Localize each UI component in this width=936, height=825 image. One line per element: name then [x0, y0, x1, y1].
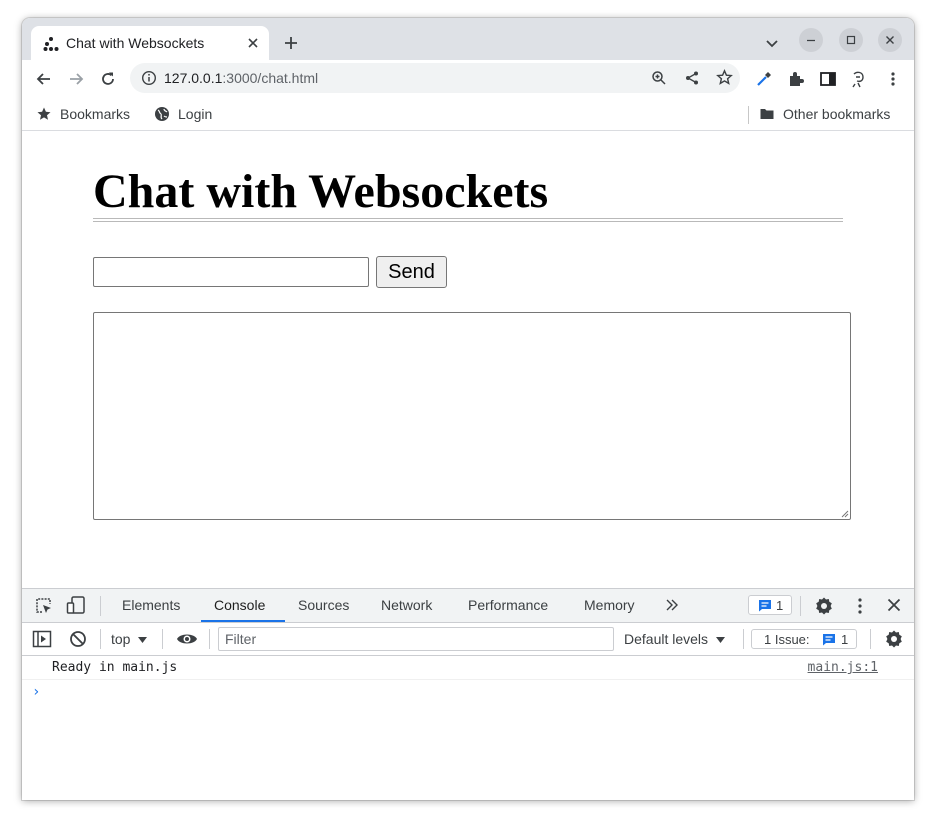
- message-icon: [759, 600, 771, 612]
- devtools-tabbar: Elements Console Sources Network Perform…: [22, 589, 914, 623]
- issues-badge[interactable]: 1 Issue: 1: [751, 629, 857, 649]
- message-icon: [823, 634, 835, 646]
- devtools-menu-icon[interactable]: [851, 596, 869, 616]
- resize-handle-icon[interactable]: [839, 508, 849, 518]
- toolbar-divider: [162, 629, 163, 649]
- minimize-icon: [807, 39, 815, 42]
- avatar[interactable]: [848, 68, 870, 90]
- sidebar-toggle-icon[interactable]: [32, 629, 52, 649]
- bookmarks-divider: [748, 106, 749, 124]
- star-icon: [37, 107, 51, 120]
- address-bar[interactable]: 127.0.0.1:3000/chat.html: [130, 63, 740, 93]
- minimize-button[interactable]: [799, 28, 823, 52]
- browser-tab[interactable]: Chat with Websockets: [31, 26, 269, 60]
- close-devtools-icon[interactable]: [886, 597, 902, 613]
- send-button[interactable]: Send: [376, 256, 447, 288]
- message-input[interactable]: [93, 257, 369, 287]
- back-arrow-icon[interactable]: [35, 70, 53, 88]
- console-prompt[interactable]: ›: [32, 684, 40, 700]
- device-toolbar-icon[interactable]: [66, 595, 86, 615]
- more-tabs-icon[interactable]: [665, 598, 679, 612]
- console-message-text: Ready in main.js: [52, 660, 178, 675]
- page-title: Chat with Websockets: [93, 165, 549, 218]
- side-panel-icon[interactable]: [819, 70, 837, 88]
- close-window-button[interactable]: [878, 28, 902, 52]
- tab-memory[interactable]: Memory: [584, 597, 635, 613]
- close-icon: [886, 36, 894, 44]
- clear-console-icon[interactable]: [68, 629, 88, 649]
- menu-dots-icon[interactable]: [884, 70, 902, 88]
- chevron-down-icon[interactable]: [764, 35, 780, 51]
- toolbar-divider: [209, 629, 210, 649]
- tab-console[interactable]: Console: [214, 597, 265, 613]
- toolbar-divider: [800, 596, 801, 616]
- console-settings-gear-icon[interactable]: [884, 629, 904, 649]
- tab-title: Chat with Websockets: [66, 35, 205, 51]
- toolbar-divider: [100, 629, 101, 649]
- messages-badge[interactable]: 1: [748, 595, 792, 615]
- info-icon[interactable]: [141, 70, 157, 86]
- globe-icon: [155, 107, 169, 121]
- toolbar-divider: [870, 629, 871, 649]
- maximize-icon: [846, 35, 856, 45]
- toolbar-divider: [743, 629, 744, 649]
- tab-elements[interactable]: Elements: [122, 597, 180, 613]
- browser-toolbar: 127.0.0.1:3000/chat.html: [22, 60, 914, 98]
- other-bookmarks[interactable]: Other bookmarks: [759, 104, 909, 124]
- dropdown-arrow-icon: [715, 637, 725, 643]
- reload-icon[interactable]: [99, 70, 117, 88]
- devtools-panel: Elements Console Sources Network Perform…: [22, 588, 914, 800]
- new-tab-icon[interactable]: [282, 34, 300, 52]
- console-filter-input[interactable]: [218, 627, 614, 651]
- tab-network[interactable]: Network: [381, 597, 432, 613]
- url-text: 127.0.0.1:3000/chat.html: [164, 70, 319, 86]
- eyedropper-icon[interactable]: [755, 70, 773, 88]
- zoom-icon[interactable]: [651, 70, 667, 86]
- bookmark-login[interactable]: Login: [154, 104, 234, 124]
- console-source-link[interactable]: main.js:1: [808, 660, 878, 675]
- active-tab-indicator: [201, 620, 285, 622]
- toolbar-divider: [100, 596, 101, 616]
- page-content: Chat with Websockets Send: [22, 131, 914, 588]
- dropdown-arrow-icon: [138, 637, 148, 643]
- bookmark-bookmarks[interactable]: Bookmarks: [36, 104, 146, 124]
- chat-log-textarea[interactable]: [93, 312, 851, 520]
- browser-window: Chat with Websockets 127.0.0.1:3000/chat…: [22, 18, 914, 800]
- tab-performance[interactable]: Performance: [468, 597, 548, 613]
- eye-icon[interactable]: [176, 630, 198, 648]
- console-message: Ready in main.js main.js:1: [22, 656, 914, 680]
- favicon-icon: [43, 37, 59, 51]
- bookmarks-bar: Bookmarks Login Other bookmarks: [22, 98, 914, 131]
- tab-sources[interactable]: Sources: [298, 597, 349, 613]
- share-icon[interactable]: [684, 70, 700, 86]
- settings-gear-icon[interactable]: [814, 596, 834, 616]
- context-selector[interactable]: top: [111, 631, 148, 647]
- maximize-button[interactable]: [839, 28, 863, 52]
- console-toolbar: top Default levels 1 Issue: 1: [22, 623, 914, 656]
- bookmark-star-icon[interactable]: [716, 69, 733, 86]
- extensions-icon[interactable]: [787, 70, 805, 88]
- issues-label: 1 Issue:: [764, 632, 810, 647]
- close-tab-icon[interactable]: [245, 35, 261, 51]
- tab-strip: Chat with Websockets: [22, 18, 914, 60]
- folder-icon: [760, 109, 774, 119]
- messages-count: 1: [776, 598, 784, 613]
- log-levels-dropdown[interactable]: Default levels: [624, 631, 725, 647]
- heading-divider: [93, 218, 843, 222]
- forward-arrow-icon[interactable]: [67, 70, 85, 88]
- issues-count: 1: [841, 632, 849, 647]
- inspect-element-icon[interactable]: [34, 596, 54, 616]
